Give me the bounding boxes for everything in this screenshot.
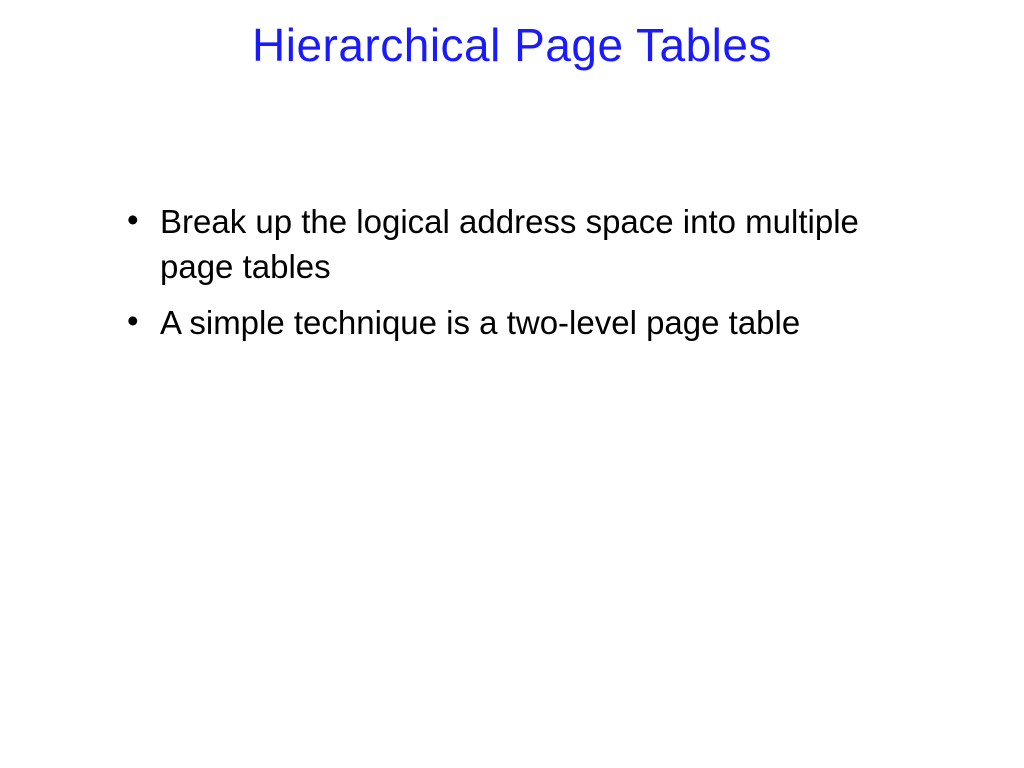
slide-container: Hierarchical Page Tables Break up the lo… [0, 0, 1024, 768]
bullet-item: A simple technique is a two-level page t… [125, 301, 924, 346]
slide-title: Hierarchical Page Tables [0, 0, 1024, 80]
bullet-list: Break up the logical address space into … [125, 200, 924, 346]
bullet-item: Break up the logical address space into … [125, 200, 924, 289]
slide-content: Break up the logical address space into … [0, 80, 1024, 346]
